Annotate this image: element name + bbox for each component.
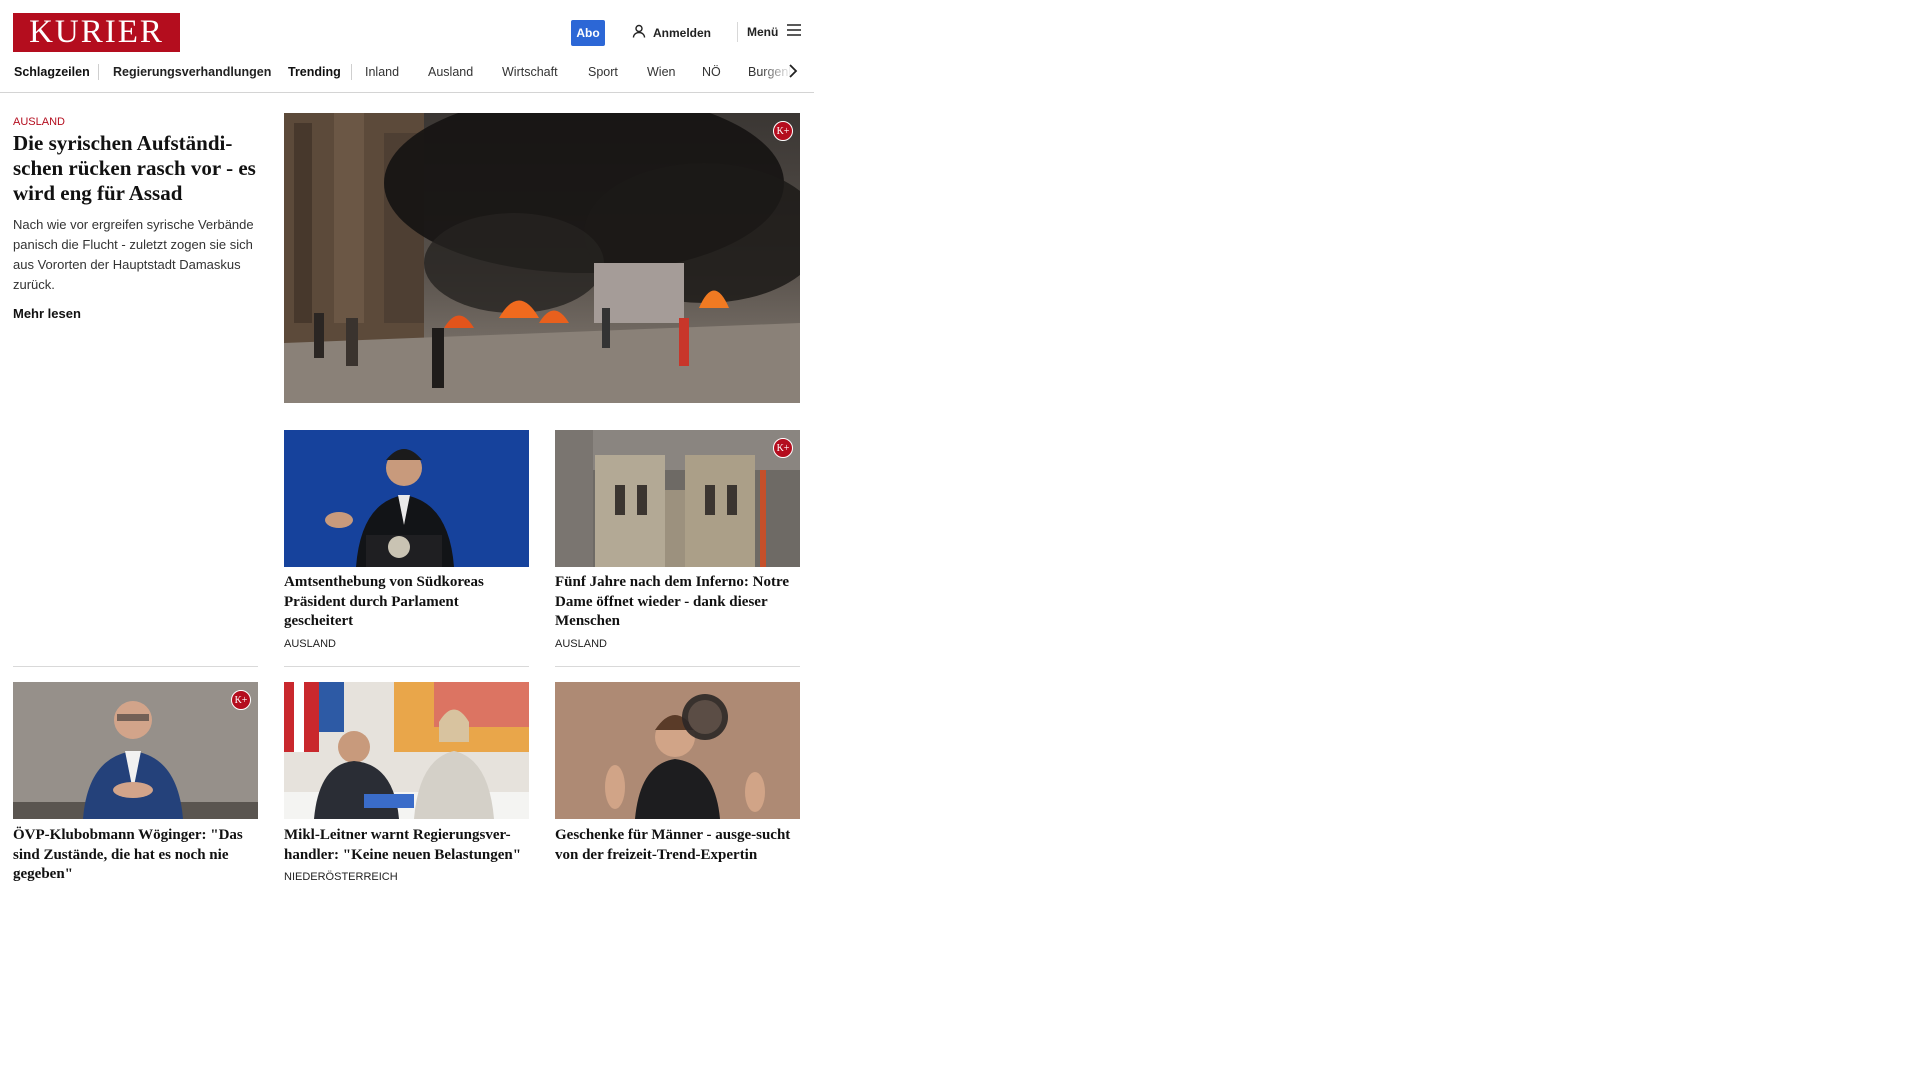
nav-item-schlagzeilen[interactable]: Schlagzeilen: [14, 65, 90, 79]
lead-image[interactable]: K+: [284, 113, 800, 403]
nav-item-inland[interactable]: Inland: [365, 65, 399, 79]
card-image[interactable]: K+: [13, 682, 258, 819]
lead-headline[interactable]: Die syrischen Aufständi-schen rücken ras…: [13, 131, 258, 206]
nav-item-sport[interactable]: Sport: [588, 65, 618, 79]
divider: [13, 666, 258, 667]
divider: [555, 666, 800, 667]
card-headline[interactable]: Fünf Jahre nach dem Inferno: Notre Dame …: [555, 573, 801, 632]
menu-label: Menü: [747, 24, 779, 39]
nav-item-noe[interactable]: NÖ: [702, 65, 721, 79]
kurier-homepage: KURIER Abo Anmelden Menü Schlagzeilen Re…: [0, 0, 814, 1080]
nav-item-wien[interactable]: Wien: [647, 65, 675, 79]
hamburger-icon: [787, 24, 802, 39]
card-headline[interactable]: Mikl-Leitner warnt Regierungsver-handler…: [284, 826, 530, 865]
nav-item-wirtschaft[interactable]: Wirtschaft: [502, 65, 558, 79]
nav-item-trending[interactable]: Trending: [288, 65, 341, 79]
card-category[interactable]: AUSLAND: [284, 638, 336, 650]
kplus-badge: K+: [773, 438, 793, 458]
card-headline[interactable]: ÖVP-Klubobmann Wöginger: "Das sind Zustä…: [13, 826, 259, 885]
kplus-badge: K+: [773, 121, 793, 141]
card-category[interactable]: AUSLAND: [555, 638, 607, 650]
abo-button[interactable]: Abo: [571, 20, 605, 46]
lead-teaser: Nach wie vor ergreifen syrische Verbände…: [13, 217, 254, 292]
card-image[interactable]: [284, 430, 529, 567]
card-headline[interactable]: Amtsenthebung von Südkoreas Präsident du…: [284, 573, 530, 632]
menu-button[interactable]: Menü: [747, 24, 802, 39]
nav-item-ausland[interactable]: Ausland: [428, 65, 473, 79]
lead-category[interactable]: AUSLAND: [13, 116, 65, 128]
nav-divider: [351, 64, 352, 80]
kurier-logo[interactable]: KURIER: [13, 13, 180, 52]
nav-divider: [98, 64, 99, 80]
card-image[interactable]: [284, 682, 529, 819]
card-image[interactable]: [555, 682, 800, 819]
section-nav: Schlagzeilen Regierungsverhandlungen Tre…: [0, 60, 814, 93]
card-category[interactable]: NIEDERÖSTERREICH: [284, 871, 398, 883]
card-headline[interactable]: Geschenke für Männer - ausge-sucht von d…: [555, 826, 801, 865]
nav-item-regierungsverhandlungen[interactable]: Regierungsverhandlungen: [113, 65, 271, 79]
divider: [284, 666, 529, 667]
header-divider: [737, 22, 738, 42]
kplus-badge: K+: [231, 690, 251, 710]
login-button[interactable]: Anmelden: [632, 24, 711, 41]
card-image[interactable]: K+: [555, 430, 800, 567]
read-more-link[interactable]: Mehr lesen: [13, 306, 81, 321]
chevron-right-icon[interactable]: [786, 63, 800, 84]
user-icon: [632, 24, 646, 41]
login-label: Anmelden: [653, 25, 712, 40]
